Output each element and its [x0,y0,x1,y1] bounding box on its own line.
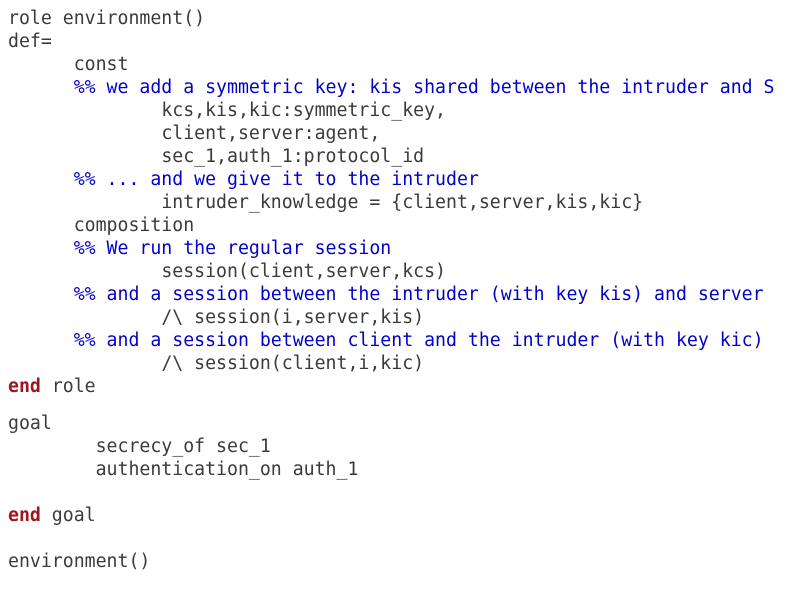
code-text: const [73,54,129,75]
code-line: const [8,53,129,76]
code-comment: %% and a session between client and the … [73,330,764,351]
code-comment: %% we add a symmetric key: kis shared be… [73,77,775,98]
code-line: end role [8,375,96,398]
code-line: def= [8,30,52,53]
code-text: environment() [8,551,151,572]
code-text: composition [73,215,195,236]
code-line: composition [8,214,194,237]
code-line: intruder_knowledge = {client,server,kis,… [8,191,643,214]
code-comment: %% and a session between the intruder (w… [73,284,764,305]
code-line: secrecy_of sec_1 [8,435,271,458]
code-comment: %% We run the regular session [73,238,392,259]
code-text: goal [40,505,96,526]
code-text: authentication_on auth_1 [95,459,359,480]
code-text: goal [8,413,52,434]
code-line: role environment() [8,7,205,30]
code-line: kcs,kis,kic:symmetric_key, [8,99,446,122]
code-text: def= [8,31,52,52]
code-line: %% We run the regular session [8,237,392,260]
code-text: kcs,kis,kic:symmetric_key, [161,100,447,121]
code-comment: %% ... and we give it to the intruder [73,169,479,190]
code-text: role environment() [8,8,206,29]
code-text: sec_1,auth_1:protocol_id [161,146,425,167]
code-line: /\ session(i,server,kis) [8,306,424,329]
code-keyword: end [8,376,41,397]
code-text: /\ session(i,server,kis) [161,307,425,328]
code-line: /\ session(client,i,kic) [8,352,424,375]
code-line: %% and a session between client and the … [8,329,764,352]
code-text: intruder_knowledge = {client,server,kis,… [161,192,644,213]
code-line: authentication_on auth_1 [8,458,359,481]
code-line: environment() [8,550,150,573]
code-keyword: end [8,505,41,526]
code-text: session(client,server,kcs) [161,261,447,282]
code-line: %% we add a symmetric key: kis shared be… [8,76,775,99]
code-text: /\ session(client,i,kic) [161,353,425,374]
code-text: client,server:agent, [161,123,381,144]
code-line: client,server:agent, [8,122,380,145]
code-line: %% and a session between the intruder (w… [8,283,764,306]
code-line: session(client,server,kcs) [8,260,446,283]
code-line: %% ... and we give it to the intruder [8,168,479,191]
code-line: end goal [8,504,96,527]
code-text: secrecy_of sec_1 [95,436,271,457]
code-line: sec_1,auth_1:protocol_id [8,145,424,168]
code-line: goal [8,412,52,435]
code-text: role [40,376,96,397]
